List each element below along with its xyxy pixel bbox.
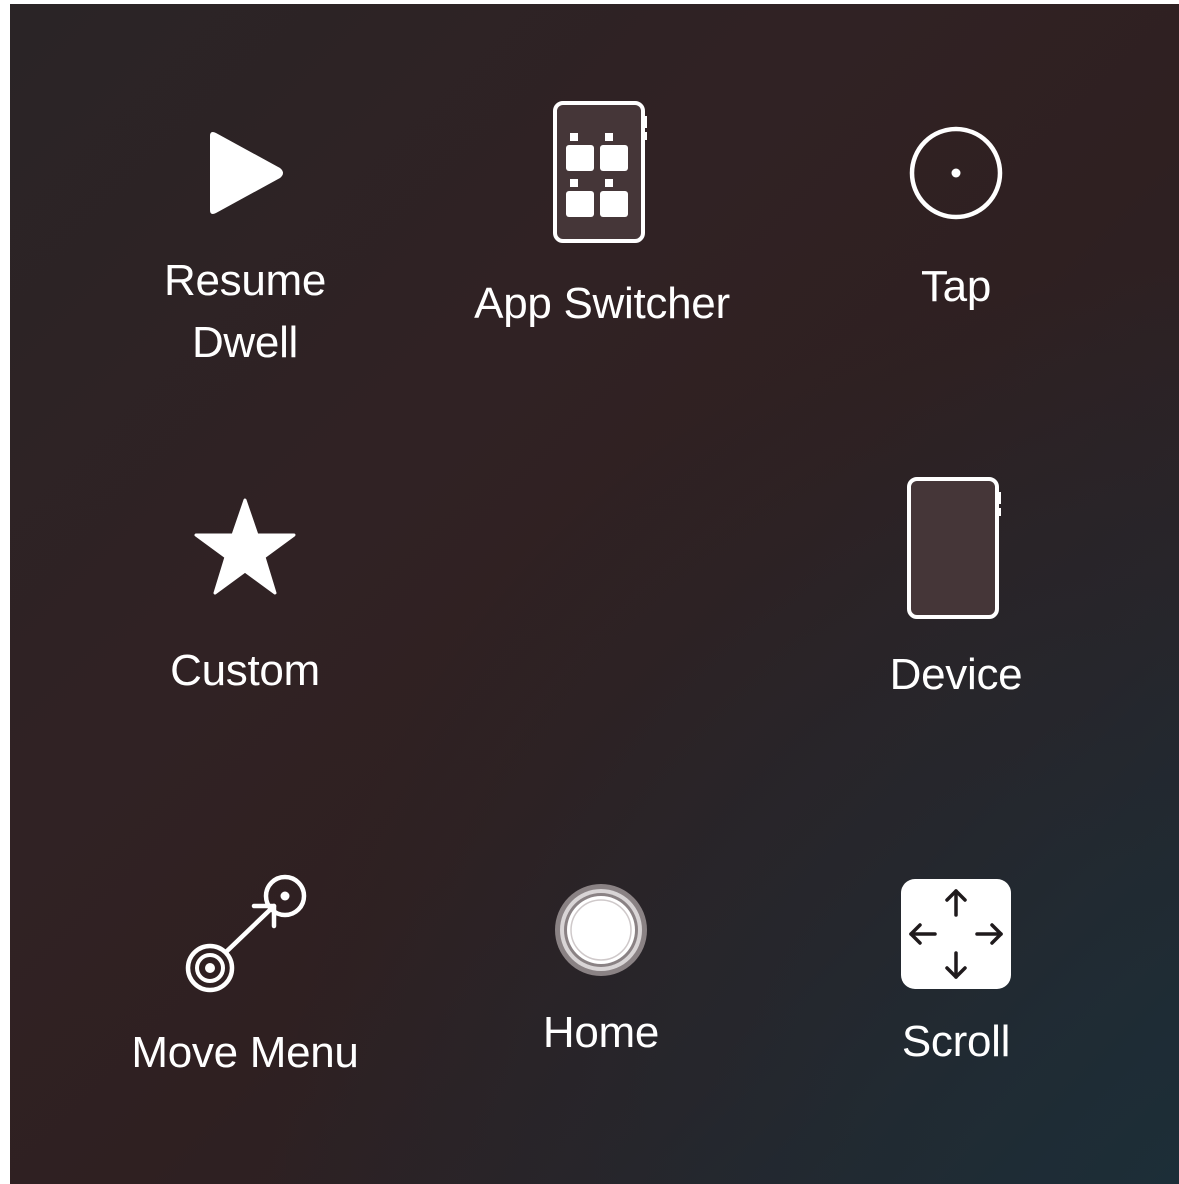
app-switcher-label: App Switcher: [474, 279, 730, 328]
tap-circle-icon: [909, 126, 1003, 220]
device-label: Device: [889, 650, 1023, 699]
scroll-arrows-icon: [901, 879, 1011, 989]
home-label: Home: [542, 1008, 660, 1057]
device-button[interactable]: Device: [856, 476, 1056, 706]
resume-dwell-label: Resume Dwell: [163, 256, 327, 367]
tap-label: Tap: [920, 262, 992, 311]
custom-button[interactable]: Custom: [140, 498, 350, 702]
move-menu-icon: [185, 874, 307, 993]
device-icon: [907, 477, 1001, 619]
resume-dwell-button[interactable]: Resume Dwell: [140, 128, 350, 374]
app-switcher-button[interactable]: App Switcher: [442, 100, 762, 335]
tap-button[interactable]: Tap: [856, 124, 1056, 318]
assistive-touch-menu: Resume Dwell App Switcher Tap Custom Dev…: [10, 4, 1179, 1184]
home-button-icon: [555, 884, 647, 976]
custom-label: Custom: [170, 646, 320, 695]
scroll-button[interactable]: Scroll: [856, 877, 1056, 1073]
star-icon: [194, 498, 296, 595]
move-menu-button[interactable]: Move Menu: [110, 872, 380, 1084]
app-switcher-icon: [553, 101, 647, 243]
move-menu-label: Move Menu: [131, 1028, 359, 1077]
play-icon: [210, 132, 283, 214]
home-button[interactable]: Home: [506, 882, 696, 1064]
scroll-label: Scroll: [901, 1017, 1011, 1066]
